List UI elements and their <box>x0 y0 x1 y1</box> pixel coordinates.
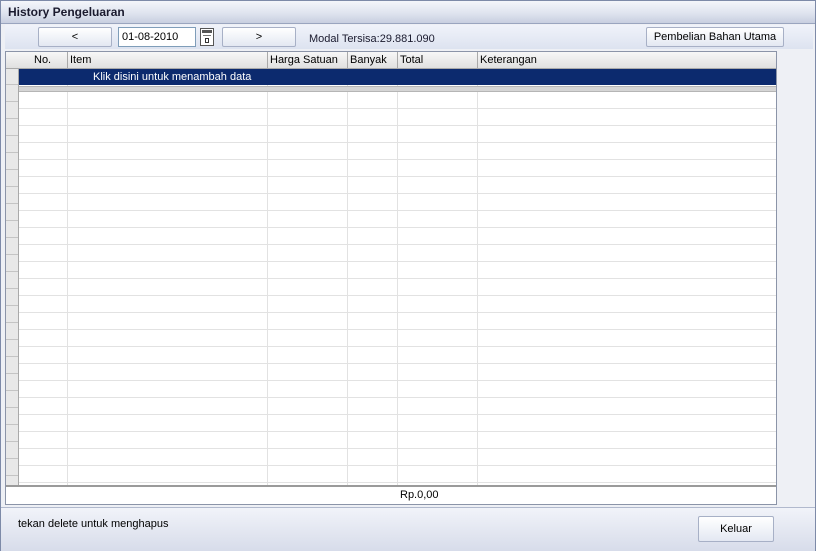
row-indicator-cell[interactable] <box>6 460 18 476</box>
row-indicator-cell[interactable] <box>6 341 18 357</box>
row-indicator-cell[interactable] <box>6 86 18 102</box>
calendar-icon[interactable] <box>200 28 214 46</box>
column-header-keterangan[interactable]: Keterangan <box>480 54 537 66</box>
row-indicator-cell[interactable] <box>6 426 18 442</box>
grid-column-line <box>477 52 478 504</box>
pembelian-bahan-utama-button[interactable]: Pembelian Bahan Utama <box>646 27 784 47</box>
status-bar: tekan delete untuk menghapus Keluar <box>1 507 815 551</box>
grid-column-line <box>397 52 398 504</box>
column-header-banyak[interactable]: Banyak <box>350 54 387 66</box>
row-indicator-cell[interactable] <box>6 409 18 425</box>
column-header-total[interactable]: Total <box>400 54 423 66</box>
row-indicator-cell[interactable] <box>6 443 18 459</box>
history-pengeluaran-window: History Pengeluaran < > Modal Tersisa:29… <box>0 0 816 551</box>
delete-hint: tekan delete untuk menghapus <box>18 518 169 530</box>
grid-column-line <box>267 52 268 504</box>
row-indicator-cell[interactable] <box>6 205 18 221</box>
column-header-no[interactable]: No. <box>34 54 51 66</box>
grid-footer: Rp.0,00 <box>6 485 776 504</box>
row-indicator-cell[interactable] <box>6 239 18 255</box>
grid-column-line <box>67 52 68 504</box>
row-indicator-cell[interactable] <box>6 103 18 119</box>
row-indicator-cell[interactable] <box>6 120 18 136</box>
new-row[interactable]: Klik disini untuk menambah data <box>19 69 776 85</box>
row-indicator-cell[interactable] <box>6 324 18 340</box>
grid-separator <box>19 86 776 92</box>
row-indicator-cell[interactable] <box>6 171 18 187</box>
data-grid[interactable]: No. Item Harga Satuan Banyak Total Keter… <box>5 51 777 505</box>
title-bar: History Pengeluaran <box>1 1 815 24</box>
row-indicator-cell[interactable] <box>6 392 18 408</box>
row-indicator-cell[interactable] <box>6 256 18 272</box>
row-indicator-cell[interactable] <box>6 137 18 153</box>
row-indicator-cell[interactable] <box>6 188 18 204</box>
row-indicator-cell[interactable] <box>6 222 18 238</box>
grid-column-line <box>347 52 348 504</box>
prev-date-button[interactable]: < <box>38 27 112 47</box>
column-header-harga-satuan[interactable]: Harga Satuan <box>270 54 338 66</box>
row-indicator-cell[interactable] <box>6 307 18 323</box>
row-indicator-cell[interactable] <box>6 154 18 170</box>
row-indicator-cell[interactable] <box>6 273 18 289</box>
row-indicator-cell[interactable] <box>6 358 18 374</box>
row-indicator-cell[interactable] <box>6 69 18 85</box>
footer-total: Rp.0,00 <box>400 489 439 501</box>
toolbar: < > Modal Tersisa:29.881.090 Pembelian B… <box>5 25 813 49</box>
modal-tersisa-label: Modal Tersisa:29.881.090 <box>309 33 435 45</box>
date-field[interactable] <box>118 27 196 47</box>
column-header-item[interactable]: Item <box>70 54 91 66</box>
window-title: History Pengeluaran <box>8 5 125 19</box>
row-indicator-cell[interactable] <box>6 290 18 306</box>
next-date-button[interactable]: > <box>222 27 296 47</box>
grid-header: No. Item Harga Satuan Banyak Total Keter… <box>6 52 776 69</box>
row-indicator-cell[interactable] <box>6 375 18 391</box>
row-indicator-column <box>6 52 19 504</box>
keluar-button[interactable]: Keluar <box>698 516 774 542</box>
new-row-text: Klik disini untuk menambah data <box>93 71 252 83</box>
